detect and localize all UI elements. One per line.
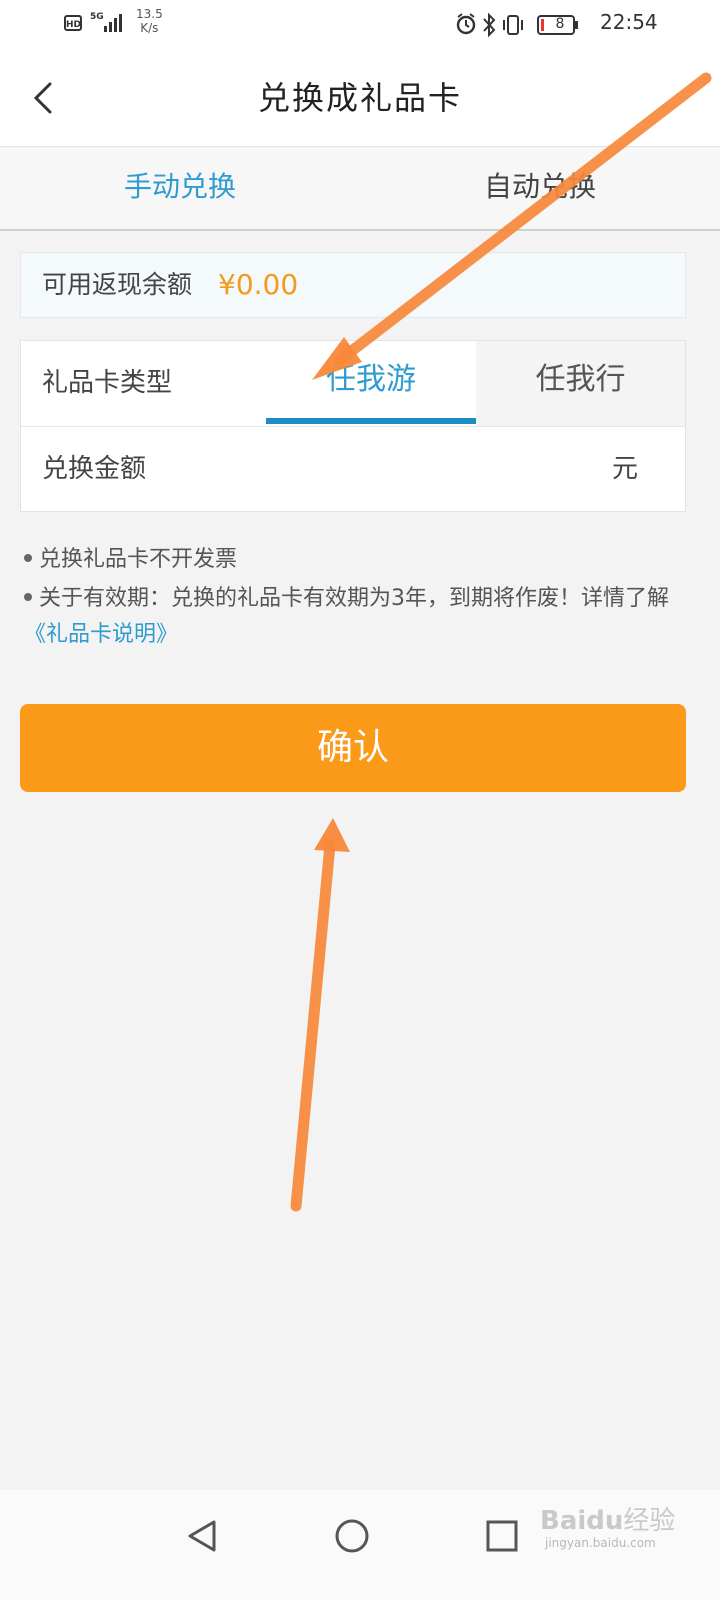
nav-home-icon[interactable] [322, 1506, 382, 1566]
bullet-icon [24, 554, 32, 562]
card-type-option-renwoxing[interactable]: 任我行 [476, 341, 685, 421]
card-type-active-indicator [266, 418, 476, 424]
balance-label: 可用返现余额 [42, 270, 193, 299]
clock: 22:54 [600, 10, 658, 34]
confirm-button[interactable]: 确认 [20, 704, 686, 792]
note-no-invoice: 兑换礼品卡不开发票 [24, 542, 237, 578]
balance-value: ¥0.00 [218, 268, 299, 301]
card-type-option-renwoyou[interactable]: 任我游 [266, 341, 476, 421]
annotation-arrows [290, 72, 712, 1212]
speed-unit: K/s [140, 21, 159, 35]
tab-manual-exchange[interactable]: 手动兑换 [0, 147, 360, 229]
card-type-label: 礼品卡类型 [42, 368, 173, 398]
gift-card-info-link[interactable]: 《礼品卡说明》 [24, 622, 178, 647]
battery-level: 8 [555, 16, 565, 32]
note-text: 兑换礼品卡不开发票 [39, 547, 238, 572]
arrow-to-confirm-icon [290, 818, 350, 1212]
speed-value: 13.5 [136, 7, 163, 21]
vibrate-icon [503, 15, 523, 35]
tab-auto-exchange[interactable]: 自动兑换 [360, 147, 720, 229]
watermark-suffix: 经验 [623, 1506, 676, 1536]
network-speed: 13.5 K/s [136, 7, 163, 35]
bluetooth-icon [483, 12, 496, 38]
watermark-brand2: du [586, 1506, 624, 1536]
watermark-url: jingyan.baidu.com [545, 1536, 656, 1550]
amount-input[interactable] [180, 440, 594, 500]
network-type: 5G [90, 12, 104, 22]
amount-unit: 元 [612, 454, 639, 484]
amount-label: 兑换金额 [42, 454, 147, 484]
signal-icon [104, 14, 122, 32]
watermark-brand: Bai [540, 1506, 587, 1536]
baidu-watermark: Baidu经验 [540, 1500, 675, 1537]
hd-icon: HD [64, 15, 82, 31]
note-validity: 关于有效期：兑换的礼品卡有效期为3年，到期将作废！详情了解《礼品卡说明》 [24, 581, 684, 653]
nav-recents-icon[interactable] [472, 1506, 532, 1566]
page-title: 兑换成礼品卡 [257, 79, 462, 117]
note-text: 关于有效期：兑换的礼品卡有效期为3年，到期将作废！详情了解 [39, 586, 669, 611]
nav-back-icon[interactable] [172, 1506, 232, 1566]
bullet-icon [24, 593, 32, 601]
alarm-icon [456, 13, 476, 35]
